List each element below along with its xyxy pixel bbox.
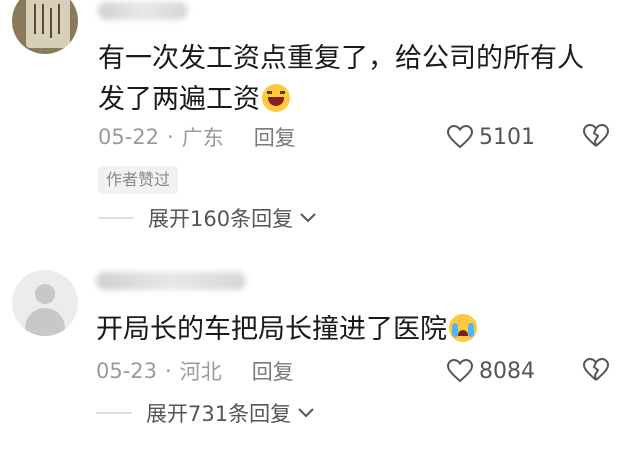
comment-item: 有一次发工资点重复了，给公司的所有人发了两遍工资 05-22 · 广东 回复 5…: [0, 0, 629, 258]
like-count: 8084: [479, 358, 535, 384]
like-count: 5101: [479, 124, 535, 150]
expand-replies-label: 展开160条回复: [148, 207, 294, 231]
heart-icon: [447, 359, 473, 383]
divider-line: [96, 412, 132, 414]
expand-replies-button[interactable]: 展开160条回复: [98, 203, 317, 233]
comment-date: 05-22: [98, 125, 160, 149]
comment-location: 广东: [181, 126, 224, 150]
dislike-button[interactable]: [582, 123, 610, 153]
reply-button[interactable]: 回复: [252, 356, 294, 386]
comment-text: 有一次发工资点重复了，给公司的所有人发了两遍工资: [98, 38, 607, 120]
reply-button[interactable]: 回复: [254, 122, 296, 152]
separator-dot: ·: [167, 125, 174, 149]
comment-text-content: 开局长的车把局长撞进了医院: [96, 314, 447, 345]
comment-item: 开局长的车把局长撞进了医院 05-23 · 河北 回复 8084 展开731条回…: [0, 258, 629, 451]
comment-text: 开局长的车把局长撞进了医院: [96, 309, 607, 350]
chevron-down-icon: [298, 408, 314, 418]
broken-heart-icon: [582, 357, 610, 381]
username-blurred[interactable]: [98, 2, 188, 20]
comment-meta: 05-23 · 河北 回复 8084: [96, 356, 615, 386]
dislike-button[interactable]: [582, 357, 610, 387]
avatar[interactable]: [12, 270, 78, 336]
expand-replies-label: 展开731条回复: [146, 402, 292, 426]
comment-meta: 05-22 · 广东 回复 5101: [98, 122, 615, 152]
username-blurred[interactable]: [96, 272, 246, 290]
heart-icon: [447, 125, 473, 149]
like-button[interactable]: 8084: [447, 359, 535, 384]
comment-location: 河北: [179, 360, 222, 384]
like-button[interactable]: 5101: [447, 125, 535, 150]
crying-face-emoji-icon: [449, 314, 477, 342]
avatar[interactable]: [12, 0, 78, 54]
separator-dot: ·: [165, 359, 172, 383]
laughing-face-emoji-icon: [262, 84, 290, 112]
expand-replies-button[interactable]: 展开731条回复: [96, 398, 315, 428]
chevron-down-icon: [300, 213, 316, 223]
comment-date: 05-23: [96, 359, 158, 383]
comment-text-content: 有一次发工资点重复了，给公司的所有人发了两遍工资: [98, 43, 584, 115]
divider-line: [98, 217, 134, 219]
broken-heart-icon: [582, 123, 610, 147]
author-liked-badge: 作者赞过: [98, 166, 179, 194]
